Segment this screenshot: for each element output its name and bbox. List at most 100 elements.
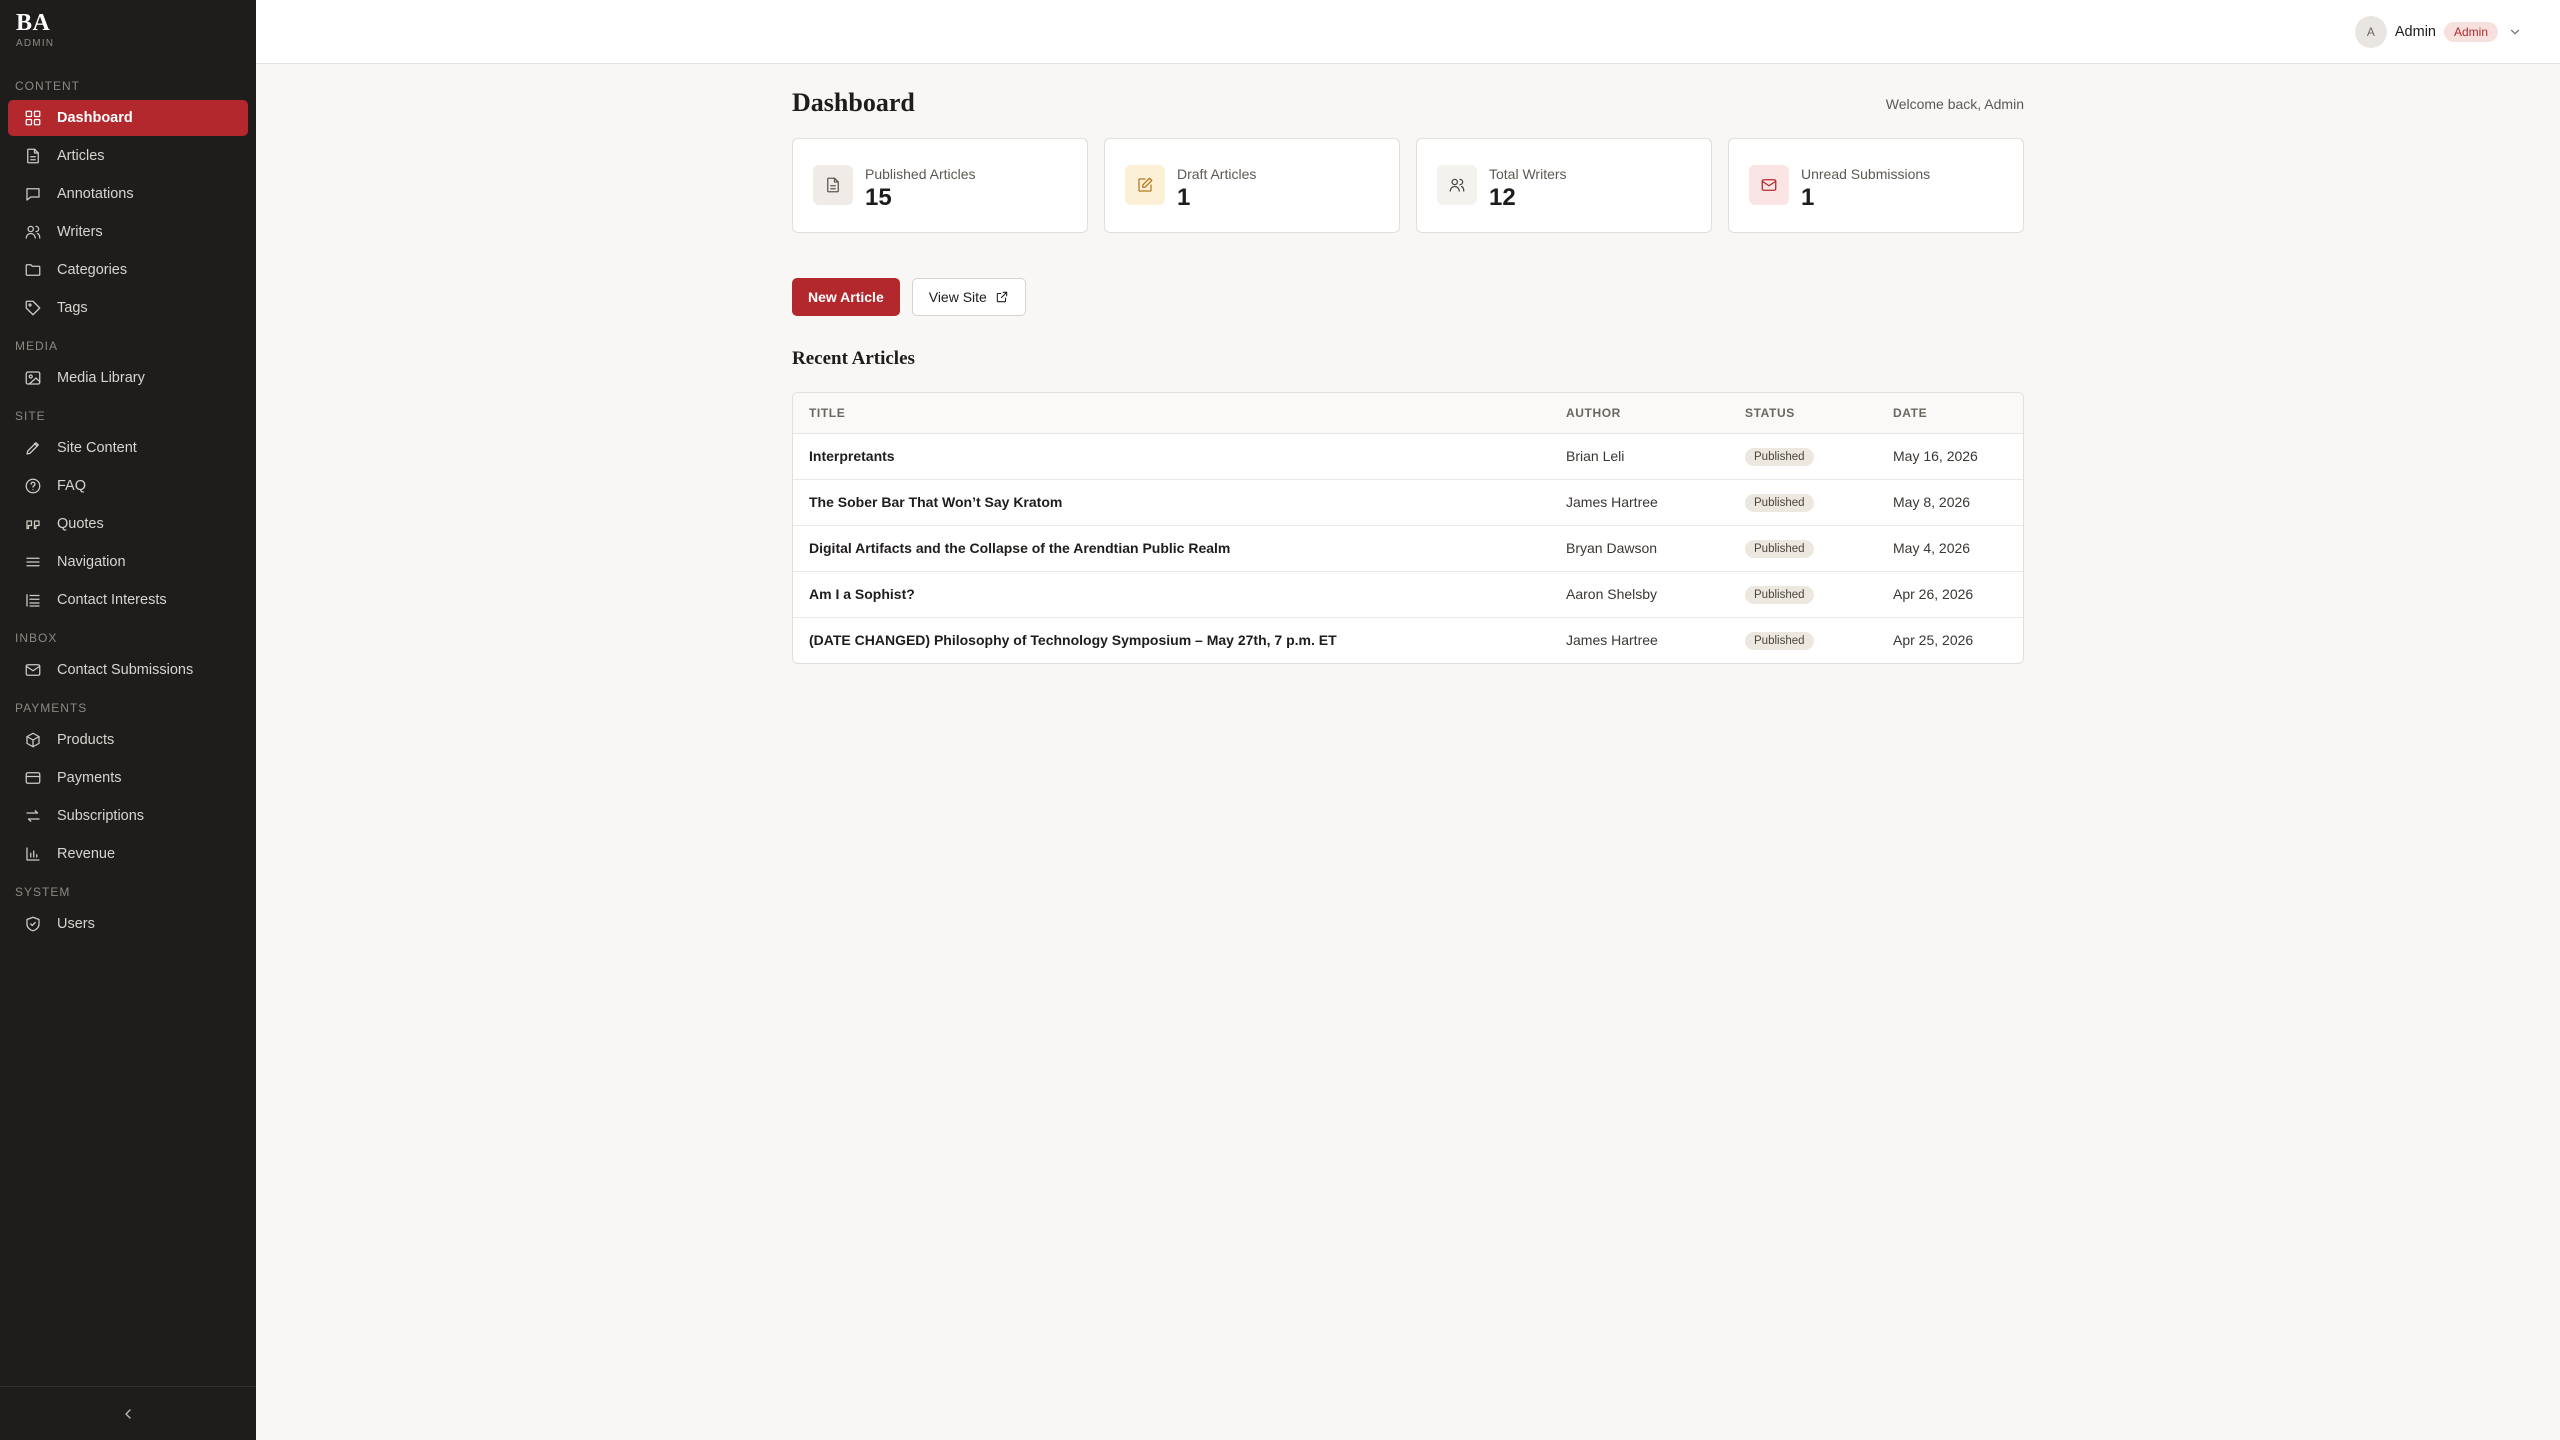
table-row[interactable]: Interpretants Brian Leli Published May 16, … [793, 433, 2023, 480]
sidebar-item-label: Contact Submissions [57, 662, 194, 678]
sidebar-item-label: Articles [57, 148, 105, 164]
recent-articles-table: TITLE AUTHOR STATUS DATE Interpretants Br… [792, 392, 2024, 664]
column-header-status[interactable]: STATUS [1729, 393, 1877, 434]
bar-chart-icon [24, 845, 42, 863]
recent-articles-title: Recent Articles [792, 348, 915, 369]
status-badge: Published [1745, 631, 1814, 650]
table-row[interactable]: The Sober Bar That Won’t Say Kratom James… [793, 479, 2023, 526]
sidebar-item-label: Writers [57, 224, 103, 240]
stat-value: 1 [1177, 184, 1191, 211]
sidebar-item-media-library[interactable]: Media Library [8, 360, 248, 396]
status-cell: Published [1729, 525, 1877, 572]
mail-icon [24, 661, 42, 679]
role-badge: Admin [2443, 22, 2498, 42]
credit-card-icon [24, 769, 42, 787]
table-row[interactable]: (DATE CHANGED) Philosophy of Technology … [793, 617, 2023, 663]
article-title-link[interactable]: Digital Artifacts and the Collapse of th… [793, 525, 1550, 572]
sidebar-item-label: Subscriptions [57, 808, 145, 824]
actions: New Article View Site [792, 278, 1026, 316]
sidebar-item-products[interactable]: Products [8, 722, 248, 758]
page-header: Dashboard Welcome back, Admin [792, 64, 2024, 142]
article-date: Apr 25, 2026 [1893, 632, 1974, 649]
quote-icon [24, 515, 42, 533]
sidebar-item-site-content[interactable]: Site Content [8, 430, 248, 466]
document-icon [813, 165, 853, 205]
stats-row: Published Articles 15 Draft Articles 1 Total… [792, 138, 2024, 233]
sidebar-section-label: SITE [15, 409, 46, 423]
article-date: May 8, 2026 [1877, 479, 2023, 526]
column-header-date[interactable]: DATE [1877, 393, 2023, 434]
table-row[interactable]: Digital Artifacts and the Collapse of th… [793, 525, 2023, 572]
users-icon [1437, 165, 1477, 205]
sidebar-item-faq[interactable]: FAQ [8, 468, 248, 504]
avatar: A [2354, 16, 2387, 48]
sidebar-item-payments[interactable]: Payments [8, 760, 248, 796]
external-link-icon [996, 291, 1008, 303]
arrows-icon [24, 807, 42, 825]
sidebar-item-categories[interactable]: Categories [8, 252, 248, 288]
column-header-author[interactable]: AUTHOR [1550, 393, 1729, 434]
column-header-title[interactable]: TITLE [793, 393, 1550, 434]
article-date: Apr 26, 2026 [1877, 571, 2023, 618]
sidebar-section-label: CONTENT [15, 79, 80, 93]
list-icon [24, 591, 42, 609]
status-badge: Published [1745, 585, 1814, 604]
users-icon [24, 223, 42, 241]
article-date: May 16, 2026 [1877, 433, 2023, 480]
table-header-row: TITLE AUTHOR STATUS DATE [793, 393, 2023, 434]
article-title-link[interactable]: Am I a Sophist? [793, 571, 1550, 618]
sidebar-item-annotations[interactable]: Annotations [8, 176, 248, 212]
status-cell: Published [1729, 571, 1877, 618]
document-icon [24, 147, 42, 165]
article-title-link[interactable]: The Sober Bar That Won’t Say Kratom [793, 479, 1550, 526]
table-row[interactable]: Am I a Sophist? Aaron Shelsby Published Apr… [793, 571, 2023, 618]
sidebar-item-label: Contact Interests [57, 592, 167, 608]
status-badge: Published [1745, 493, 1814, 512]
tag-icon [24, 299, 42, 317]
collapse-sidebar-button[interactable] [0, 1386, 256, 1440]
sidebar-section-label: SYSTEM [15, 885, 71, 899]
article-title-link[interactable]: (DATE CHANGED) Philosophy of Technology … [793, 617, 1550, 663]
stat-label: Unread Submissions [1801, 166, 1931, 182]
sidebar-item-revenue[interactable]: Revenue [8, 836, 248, 872]
sidebar-item-label: Quotes [57, 516, 104, 532]
brand[interactable]: BA ADMIN [16, 10, 54, 49]
sidebar-item-articles[interactable]: Articles [8, 138, 248, 174]
article-author: James Hartree [1566, 632, 1658, 649]
sidebar-item-dashboard[interactable]: Dashboard [8, 100, 248, 136]
sidebar-item-label: Annotations [57, 186, 134, 202]
sidebar-item-subscriptions[interactable]: Subscriptions [8, 798, 248, 834]
stat-label: Published Articles [865, 166, 976, 182]
new-article-button[interactable]: New Article [792, 278, 900, 316]
sidebar-item-quotes[interactable]: Quotes [8, 506, 248, 542]
view-site-button[interactable]: View Site [911, 278, 1026, 316]
sidebar-item-contact-submissions[interactable]: Contact Submissions [8, 652, 248, 688]
sidebar-item-label: Dashboard [57, 110, 133, 126]
status-cell: Published [1729, 433, 1877, 480]
sidebar-item-users[interactable]: Users [8, 906, 248, 942]
shield-icon [24, 915, 42, 933]
sidebar-item-writers[interactable]: Writers [8, 214, 248, 250]
box-icon [24, 731, 42, 749]
sidebar-nav: CONTENT Dashboard Articles Annotations Write… [8, 72, 248, 944]
sidebar-section-label: INBOX [15, 631, 58, 645]
article-author: Bryan Dawson [1550, 525, 1729, 572]
sidebar-item-label: Users [57, 916, 95, 932]
sidebar-item-label: Media Library [57, 370, 145, 386]
stat-card: Draft Articles 1 [1104, 138, 1400, 233]
sidebar-item-label: Site Content [57, 440, 137, 456]
main-content: Dashboard Welcome back, Admin Published … [792, 64, 2024, 664]
sidebar-section-label: PAYMENTS [15, 701, 88, 715]
sidebar-item-contact-interests[interactable]: Contact Interests [8, 582, 248, 618]
comment-icon [24, 185, 42, 203]
user-menu[interactable]: A Admin Admin [2354, 16, 2522, 48]
sidebar-item-tags[interactable]: Tags [8, 290, 248, 326]
menu-icon [24, 553, 42, 571]
sidebar-item-navigation[interactable]: Navigation [8, 544, 248, 580]
welcome-text: Welcome back, Admin [1885, 96, 2024, 112]
stat-label: Draft Articles [1177, 166, 1257, 182]
chevron-down-icon [2508, 25, 2522, 39]
sidebar-item-label: Categories [57, 262, 128, 278]
article-title-link[interactable]: Interpretants [793, 433, 1550, 480]
edit-icon [1125, 165, 1165, 205]
